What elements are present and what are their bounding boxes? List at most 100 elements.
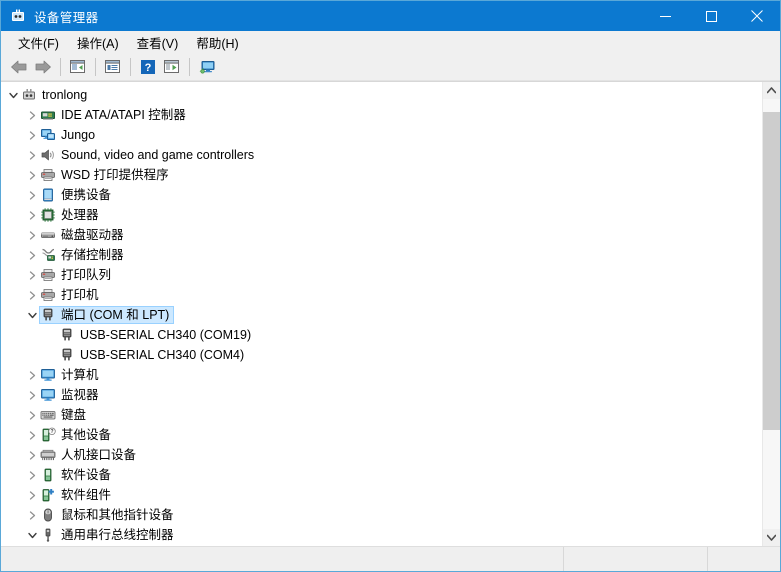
maximize-button[interactable] <box>688 1 734 31</box>
chevron-down-icon[interactable] <box>24 525 40 545</box>
tree-item-content[interactable]: 键盘 <box>40 406 91 424</box>
tree-item-content[interactable]: Sound, video and game controllers <box>40 146 259 164</box>
status-cell-3 <box>708 547 780 571</box>
tree-item-content[interactable]: 人机接口设备 <box>40 446 141 464</box>
chevron-right-icon[interactable] <box>24 105 40 125</box>
tree-item-content[interactable]: 软件组件 <box>40 486 116 504</box>
chevron-right-icon[interactable] <box>24 165 40 185</box>
menu-action[interactable]: 操作(A) <box>68 31 128 54</box>
tree-item-content[interactable]: WSD 打印提供程序 <box>40 166 174 184</box>
menu-help[interactable]: 帮助(H) <box>187 31 247 54</box>
chevron-right-icon[interactable] <box>24 185 40 205</box>
tree-item-content[interactable]: 存储控制器 <box>40 246 129 264</box>
chevron-right-icon[interactable] <box>24 265 40 285</box>
tree-item-content[interactable]: ? 其他设备 <box>40 426 116 444</box>
scan-hardware-changes-button[interactable] <box>195 56 218 78</box>
tree-item[interactable]: tronlong <box>1 85 762 105</box>
scroll-up-icon <box>767 87 776 94</box>
tree-item-content[interactable]: Jungo <box>40 126 100 144</box>
forward-button[interactable] <box>31 56 54 78</box>
tree-item[interactable]: 键盘 <box>1 405 762 425</box>
chevron-right-icon[interactable] <box>24 425 40 445</box>
chevron-right-icon[interactable] <box>24 245 40 265</box>
tree-item-content[interactable]: 便携设备 <box>40 186 116 204</box>
computer-root-icon <box>21 87 37 103</box>
chevron-right-icon[interactable] <box>24 125 40 145</box>
vertical-scrollbar[interactable] <box>762 82 780 546</box>
show-hide-console-tree-button[interactable] <box>66 56 89 78</box>
scan-hardware-icon <box>199 61 214 74</box>
tree-item-content[interactable]: 处理器 <box>40 206 104 224</box>
chevron-right-icon[interactable] <box>24 225 40 245</box>
tree-item-content[interactable]: tronlong <box>21 86 92 104</box>
tree-item[interactable]: WSD 打印提供程序 <box>1 165 762 185</box>
tree-item[interactable]: 鼠标和其他指针设备 <box>1 505 762 525</box>
tree-item[interactable]: 打印队列 <box>1 265 762 285</box>
close-button[interactable] <box>734 1 780 31</box>
tree-item-content[interactable]: 端口 (COM 和 LPT) <box>39 306 175 324</box>
tree-item[interactable]: 通用串行总线控制器 <box>1 525 762 545</box>
tree-item[interactable]: Sound, video and game controllers <box>1 145 762 165</box>
tree-item[interactable]: USB-SERIAL CH340 (COM4) <box>1 345 762 365</box>
tree-item-content[interactable]: 打印机 <box>40 286 104 304</box>
tree-item[interactable]: 打印机 <box>1 285 762 305</box>
chevron-right-icon <box>29 230 35 240</box>
update-driver-button[interactable] <box>160 56 183 78</box>
chevron-down-icon[interactable] <box>5 85 21 105</box>
chevron-right-icon <box>29 210 35 220</box>
chevron-right-icon[interactable] <box>24 145 40 165</box>
tree-item-content[interactable]: 监视器 <box>40 386 104 404</box>
tree-item-content[interactable]: 计算机 <box>40 366 104 384</box>
chevron-right-icon[interactable] <box>24 385 40 405</box>
chevron-right-icon[interactable] <box>24 485 40 505</box>
tree-item-content[interactable]: USB-SERIAL CH340 (COM4) <box>59 346 249 364</box>
minimize-button[interactable] <box>642 1 688 31</box>
tree-item[interactable]: 存储控制器 <box>1 245 762 265</box>
tree-item[interactable]: 处理器 <box>1 205 762 225</box>
tree-item-content[interactable]: 磁盘驱动器 <box>40 226 129 244</box>
scrollbar-thumb[interactable] <box>763 111 780 431</box>
chevron-right-icon[interactable] <box>24 365 40 385</box>
chevron-right-icon[interactable] <box>24 205 40 225</box>
tree-item[interactable]: 软件设备 <box>1 465 762 485</box>
tree-item[interactable]: 软件组件 <box>1 485 762 505</box>
tree-item-content[interactable]: 软件设备 <box>40 466 116 484</box>
device-tree[interactable]: tronlong IDE ATA/ATAPI 控制器 Jungo Sound, vid… <box>1 82 762 546</box>
tree-item[interactable]: 计算机 <box>1 365 762 385</box>
chevron-right-icon[interactable] <box>24 445 40 465</box>
chevron-right-icon[interactable] <box>24 505 40 525</box>
tree-item-label: IDE ATA/ATAPI 控制器 <box>61 108 186 122</box>
tree-item[interactable]: Jungo <box>1 125 762 145</box>
tree-item-label: 鼠标和其他指针设备 <box>61 508 174 522</box>
disk-drive-icon <box>40 227 56 243</box>
unknown-device-icon: ? <box>40 427 56 443</box>
menu-file[interactable]: 文件(F) <box>9 31 68 54</box>
tree-item[interactable]: USB-SERIAL CH340 (COM19) <box>1 325 762 345</box>
toolbar: ? <box>1 54 780 81</box>
svg-text:?: ? <box>144 62 151 74</box>
tree-item[interactable]: 人机接口设备 <box>1 445 762 465</box>
scroll-up-button[interactable] <box>763 82 780 99</box>
chevron-right-icon[interactable] <box>24 405 40 425</box>
tree-item[interactable]: 便携设备 <box>1 185 762 205</box>
chevron-down-icon[interactable] <box>24 305 40 325</box>
back-button[interactable] <box>7 56 30 78</box>
scroll-down-icon <box>767 534 776 541</box>
tree-item-content[interactable]: IDE ATA/ATAPI 控制器 <box>40 106 191 124</box>
tree-item-content[interactable]: 打印队列 <box>40 266 116 284</box>
properties-button[interactable] <box>101 56 124 78</box>
tree-item-content[interactable]: USB-SERIAL CH340 (COM19) <box>59 326 256 344</box>
tree-item[interactable]: 监视器 <box>1 385 762 405</box>
help-button[interactable]: ? <box>136 56 159 78</box>
title-bar[interactable]: 设备管理器 <box>1 1 780 31</box>
tree-item[interactable]: 端口 (COM 和 LPT) <box>1 305 762 325</box>
tree-item-content[interactable]: 通用串行总线控制器 <box>40 526 179 544</box>
scroll-down-button[interactable] <box>763 529 780 546</box>
chevron-right-icon[interactable] <box>24 285 40 305</box>
chevron-right-icon[interactable] <box>24 465 40 485</box>
tree-item[interactable]: 磁盘驱动器 <box>1 225 762 245</box>
tree-item-content[interactable]: 鼠标和其他指针设备 <box>40 506 179 524</box>
tree-item[interactable]: ? 其他设备 <box>1 425 762 445</box>
tree-item[interactable]: IDE ATA/ATAPI 控制器 <box>1 105 762 125</box>
menu-view[interactable]: 查看(V) <box>128 31 188 54</box>
